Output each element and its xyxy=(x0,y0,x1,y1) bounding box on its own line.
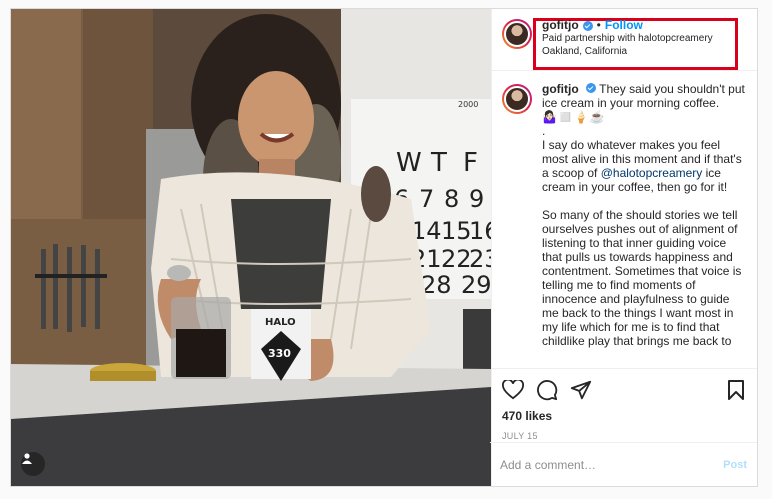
post-photo[interactable]: 2000 W T F 6 7 8 9 13 14 15 16 20 21 22 … xyxy=(11,9,491,486)
pint-label: HALO xyxy=(265,317,296,328)
author-username[interactable]: gofitjo xyxy=(542,19,579,32)
calendar-number: 8 xyxy=(444,185,459,213)
comment-button[interactable] xyxy=(536,379,558,401)
user-icon xyxy=(22,453,32,464)
instagram-post: 2000 W T F 6 7 8 9 13 14 15 16 20 21 22 … xyxy=(10,8,758,487)
action-icons xyxy=(502,375,747,405)
caption-dot: . xyxy=(542,124,546,138)
calendar-letter-f: F xyxy=(463,148,478,178)
calendar-letter-w: W xyxy=(396,148,422,178)
likes-count[interactable]: 470 likes xyxy=(502,409,747,423)
calendar-letter-t: T xyxy=(430,148,447,178)
comment-input[interactable] xyxy=(500,457,724,472)
comment-bubble-icon xyxy=(537,380,558,401)
calendar-year: 2000 xyxy=(458,100,478,109)
caption-emoji: 🤷🏻‍♀️◻️🍦☕️ xyxy=(542,110,606,124)
header-separator: • xyxy=(596,18,601,32)
share-button[interactable] xyxy=(570,379,592,401)
caption-avatar[interactable] xyxy=(502,84,532,114)
caption-username[interactable]: gofitjo xyxy=(542,82,579,96)
header-text: gofitjo • Follow Paid partnership with h… xyxy=(542,19,713,58)
like-button[interactable] xyxy=(502,379,524,401)
avatar-image xyxy=(504,86,530,112)
calendar-number: 23 xyxy=(469,245,491,273)
calendar-number: 16 xyxy=(469,217,491,245)
caption-section: gofitjo They said you shouldn't put ice … xyxy=(492,71,757,368)
post-comment-button[interactable]: Post xyxy=(723,459,747,471)
photo-illustration: 2000 W T F 6 7 8 9 13 14 15 16 20 21 22 … xyxy=(11,9,491,486)
verified-badge-icon xyxy=(586,83,596,93)
tagged-people-button[interactable] xyxy=(21,452,45,476)
bookmark-icon xyxy=(728,380,744,400)
header-row: gofitjo • Follow xyxy=(542,19,713,32)
calendar-number: 15 xyxy=(441,217,472,245)
caption-para3: So many of the should stories we tell ou… xyxy=(542,208,742,348)
caption-text: gofitjo They said you shouldn't put ice … xyxy=(542,82,747,368)
save-button[interactable] xyxy=(725,379,747,401)
calendar-number: 29 xyxy=(461,271,491,299)
heart-icon xyxy=(502,380,524,400)
post-sidebar: gofitjo • Follow Paid partnership with h… xyxy=(491,9,757,486)
mention-link[interactable]: @halotopcreamery xyxy=(601,166,703,180)
paid-partnership-link[interactable]: Paid partnership with halotopcreamery xyxy=(542,32,713,45)
post-date[interactable]: JULY 15 xyxy=(502,431,747,441)
author-avatar[interactable] xyxy=(502,19,532,49)
pint-number: 330 xyxy=(268,347,291,360)
calendar-number: 9 xyxy=(469,185,484,213)
paper-plane-icon xyxy=(570,380,592,400)
verified-badge-icon xyxy=(582,20,593,31)
calendar-number: 7 xyxy=(419,185,434,213)
location-link[interactable]: Oakland, California xyxy=(542,45,713,58)
post-header: gofitjo • Follow Paid partnership with h… xyxy=(492,9,757,71)
follow-button[interactable]: Follow xyxy=(605,19,643,32)
comment-box: Post xyxy=(490,442,757,486)
calendar-number: 22 xyxy=(441,245,472,273)
avatar-image xyxy=(504,21,530,47)
